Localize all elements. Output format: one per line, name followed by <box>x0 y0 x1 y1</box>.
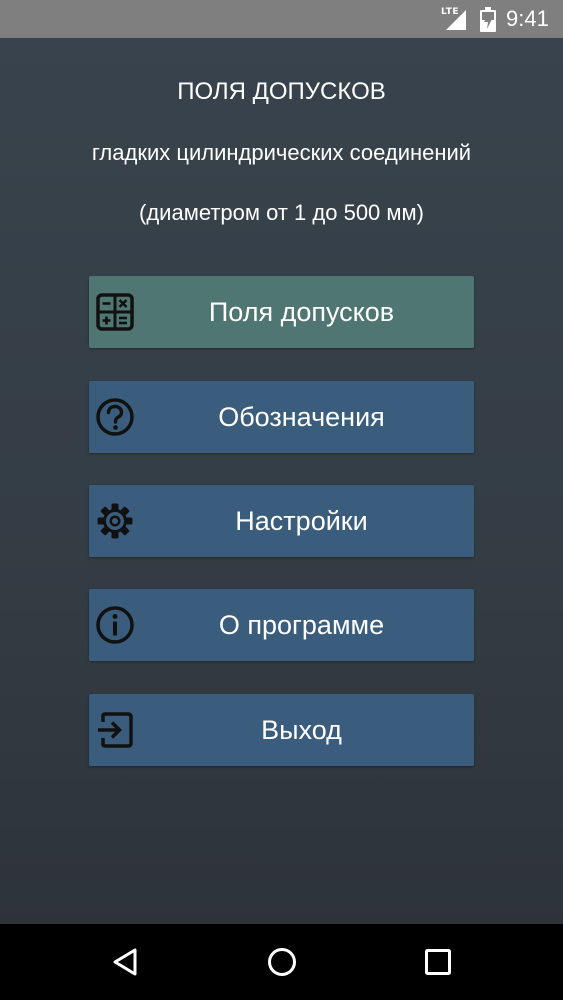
diameter-range: (диаметром от 1 до 500 мм) <box>139 200 424 225</box>
designations-button[interactable]: Обозначения <box>89 381 474 453</box>
page-title: ПОЛЯ ДОПУСКОВ <box>177 78 386 105</box>
tolerance-fields-button[interactable]: Поля допусков <box>89 276 474 348</box>
back-icon[interactable] <box>106 942 146 982</box>
settings-button[interactable]: Настройки <box>89 485 474 557</box>
battery-charging-icon <box>480 7 496 32</box>
exit-button[interactable]: Выход <box>89 694 474 766</box>
tolerance-fields-label: Поля допусков <box>208 297 395 327</box>
recents-icon[interactable] <box>418 942 458 982</box>
clock: 9:41 <box>506 6 549 31</box>
home-icon[interactable] <box>262 942 302 982</box>
exit-label: Выход <box>261 715 342 745</box>
about-label: О программе <box>218 610 385 640</box>
signal-icon <box>446 10 466 30</box>
settings-label: Настройки <box>235 506 368 536</box>
page-subtitle: гладких цилиндрических соединений <box>91 140 472 165</box>
designations-label: Обозначения <box>218 402 385 432</box>
navigation-bar <box>0 924 563 1000</box>
about-button[interactable]: О программе <box>89 589 474 661</box>
app-body <box>0 38 563 924</box>
status-bar: LTE 9:41 <box>0 0 563 38</box>
